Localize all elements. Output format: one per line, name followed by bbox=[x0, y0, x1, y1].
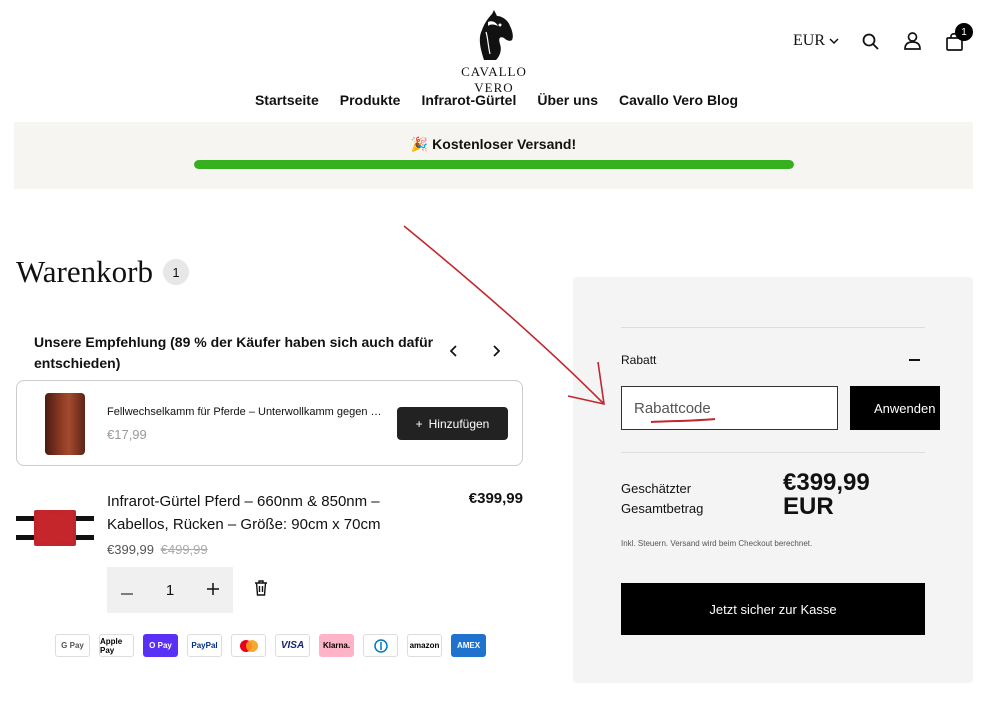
paypal-icon: PayPal bbox=[187, 634, 222, 657]
quantity-stepper: 1 bbox=[107, 567, 233, 613]
klarna-icon: Klarna. bbox=[319, 634, 354, 657]
prev-button[interactable] bbox=[449, 344, 458, 362]
estimated-total-value: €399,99 EUR bbox=[783, 469, 870, 520]
cart-item-name[interactable]: Infrarot-Gürtel Pferd – 660nm & 850nm – … bbox=[107, 490, 427, 536]
remove-item-button[interactable] bbox=[254, 580, 268, 601]
discount-label: Rabatt bbox=[621, 353, 657, 367]
currency-label: EUR bbox=[793, 32, 825, 49]
discount-code-input[interactable] bbox=[621, 386, 838, 430]
trash-icon bbox=[255, 580, 267, 596]
free-shipping-banner: 🎉 Kostenloser Versand! bbox=[14, 122, 973, 189]
recommended-product-price: €17,99 bbox=[107, 427, 147, 442]
divider bbox=[621, 452, 925, 453]
plus-icon bbox=[207, 582, 219, 595]
estimated-total-label: Geschätzter Gesamtbetrag bbox=[621, 481, 704, 516]
payment-label: VISA bbox=[280, 640, 305, 651]
recommended-product-name[interactable]: Fellwechselkamm für Pferde – Unterwollka… bbox=[107, 406, 387, 418]
payment-label: PayPal bbox=[191, 641, 218, 650]
apply-discount-button[interactable]: Anwenden bbox=[850, 386, 940, 430]
cart-item-compare-price: €499,99 bbox=[160, 542, 208, 557]
payment-label: Apple Pay bbox=[100, 636, 123, 655]
chevron-right-icon bbox=[493, 345, 501, 357]
shipping-progress-bar bbox=[194, 160, 794, 169]
next-button[interactable] bbox=[492, 344, 501, 362]
amex-icon: AMEX bbox=[451, 634, 486, 657]
page-title: Warenkorb 1 bbox=[16, 254, 189, 290]
currency-selector[interactable]: EUR bbox=[793, 32, 839, 50]
decrease-quantity-button[interactable] bbox=[121, 582, 133, 599]
nav-item-infrarot-guertel[interactable]: Infrarot-Gürtel bbox=[421, 92, 516, 108]
quantity-value[interactable]: 1 bbox=[166, 582, 174, 599]
minus-icon bbox=[121, 592, 133, 595]
payment-label: O Pay bbox=[149, 641, 172, 650]
recommendation-title: Unsere Empfehlung (89 % der Käufer haben… bbox=[34, 334, 434, 371]
cart-item-line-total: €399,99 bbox=[468, 490, 523, 507]
payment-label: Klarna. bbox=[322, 641, 351, 650]
mastercard-icon bbox=[231, 634, 266, 657]
nav-item-startseite[interactable]: Startseite bbox=[255, 92, 319, 108]
increase-quantity-button[interactable] bbox=[207, 582, 219, 599]
account-button[interactable] bbox=[901, 30, 923, 52]
nav-item-ueber-uns[interactable]: Über uns bbox=[537, 92, 598, 108]
cart-title-text: Warenkorb bbox=[16, 254, 153, 289]
header-tools: EUR 1 bbox=[793, 23, 973, 52]
search-icon bbox=[862, 33, 879, 50]
discount-collapse-toggle[interactable] bbox=[909, 359, 920, 361]
payment-label: AMEX bbox=[456, 641, 481, 650]
cart-item-prices: €399,99 €499,99 bbox=[107, 542, 208, 557]
amazon-pay-icon: amazon bbox=[407, 634, 442, 657]
cart-item-price: €399,99 bbox=[107, 542, 154, 557]
add-button-label: Hinzufügen bbox=[428, 416, 490, 431]
visa-icon: VISA bbox=[275, 634, 310, 657]
tax-note: Inkl. Steuern. Versand wird beim Checkou… bbox=[621, 539, 813, 548]
free-shipping-text: 🎉 Kostenloser Versand! bbox=[410, 136, 577, 152]
plus-icon: + bbox=[415, 416, 423, 431]
recommendation-nav bbox=[449, 344, 501, 362]
cart-count-badge: 1 bbox=[955, 23, 973, 41]
chevron-left-icon bbox=[449, 345, 457, 357]
apple-pay-icon: Apple Pay bbox=[99, 634, 134, 657]
checkout-button[interactable]: Jetzt sicher zur Kasse bbox=[621, 583, 925, 635]
add-recommended-button[interactable]: + Hinzufügen bbox=[397, 407, 508, 440]
nav-item-blog[interactable]: Cavallo Vero Blog bbox=[619, 92, 738, 108]
payment-label: amazon bbox=[409, 641, 440, 650]
order-summary: Rabatt Anwenden Geschätzter Gesamtbetrag… bbox=[573, 277, 973, 683]
cart-count-bubble: 1 bbox=[162, 259, 189, 285]
recommendation-card: Fellwechselkamm für Pferde – Unterwollka… bbox=[16, 380, 523, 466]
shop-pay-icon: O Pay bbox=[143, 634, 178, 657]
search-button[interactable] bbox=[859, 30, 881, 52]
main-navigation: Startseite Produkte Infrarot-Gürtel Über… bbox=[0, 92, 993, 108]
payment-label: G Pay bbox=[61, 641, 84, 650]
horse-head-icon bbox=[479, 10, 513, 60]
chevron-down-icon bbox=[829, 37, 839, 44]
divider bbox=[621, 327, 925, 328]
recommended-product-image[interactable] bbox=[45, 393, 85, 455]
brand-logo[interactable]: CAVALLO VERO bbox=[440, 8, 548, 96]
shipping-progress-fill bbox=[194, 160, 794, 169]
product-image[interactable] bbox=[16, 508, 94, 548]
payment-methods: G Pay Apple Pay O Pay PayPal VISA Klarna… bbox=[55, 634, 486, 657]
diners-club-icon bbox=[363, 634, 398, 657]
google-pay-icon: G Pay bbox=[55, 634, 90, 657]
user-icon bbox=[903, 32, 921, 50]
nav-item-produkte[interactable]: Produkte bbox=[340, 92, 401, 108]
cart-button[interactable]: 1 bbox=[943, 23, 973, 52]
